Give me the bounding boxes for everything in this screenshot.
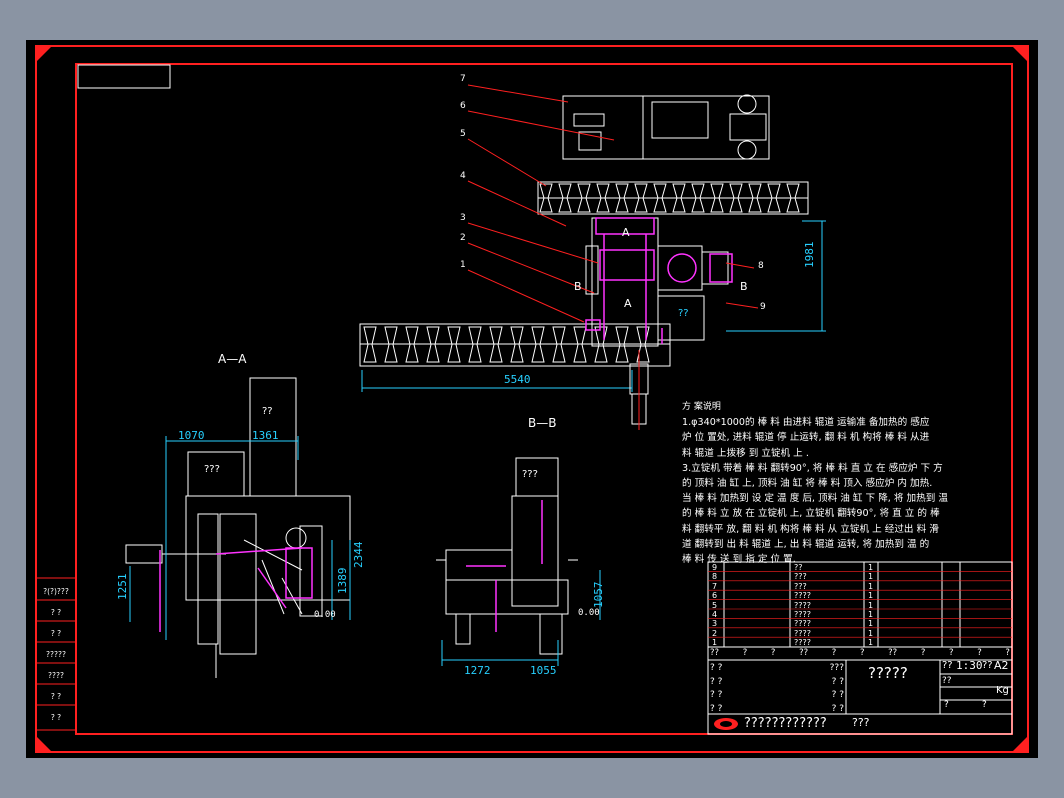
conveyor-rollers [363,183,800,363]
section-aa-drawing [125,377,351,678]
plan-view [359,94,809,367]
side-stamp-grid [35,577,77,731]
cad-drawing-canvas[interactable]: 7 6 5 4 3 2 1 8 9 A A B B ?? 5540 1981 A… [26,40,1038,758]
top-left-code-box [77,64,171,89]
leader-lines [467,84,759,323]
section-bb-highlights [466,500,543,632]
drawing-sheet [35,45,1029,753]
title-logo [714,718,738,730]
sheet-frame [35,45,1029,753]
section-bb-dimensions [441,570,601,666]
highlighted-parts [585,217,733,344]
parts-list-grid [708,571,1012,638]
title-block-grid [707,561,1013,735]
section-bb-drawing [436,457,578,655]
section-aa-dimensions [129,436,351,640]
